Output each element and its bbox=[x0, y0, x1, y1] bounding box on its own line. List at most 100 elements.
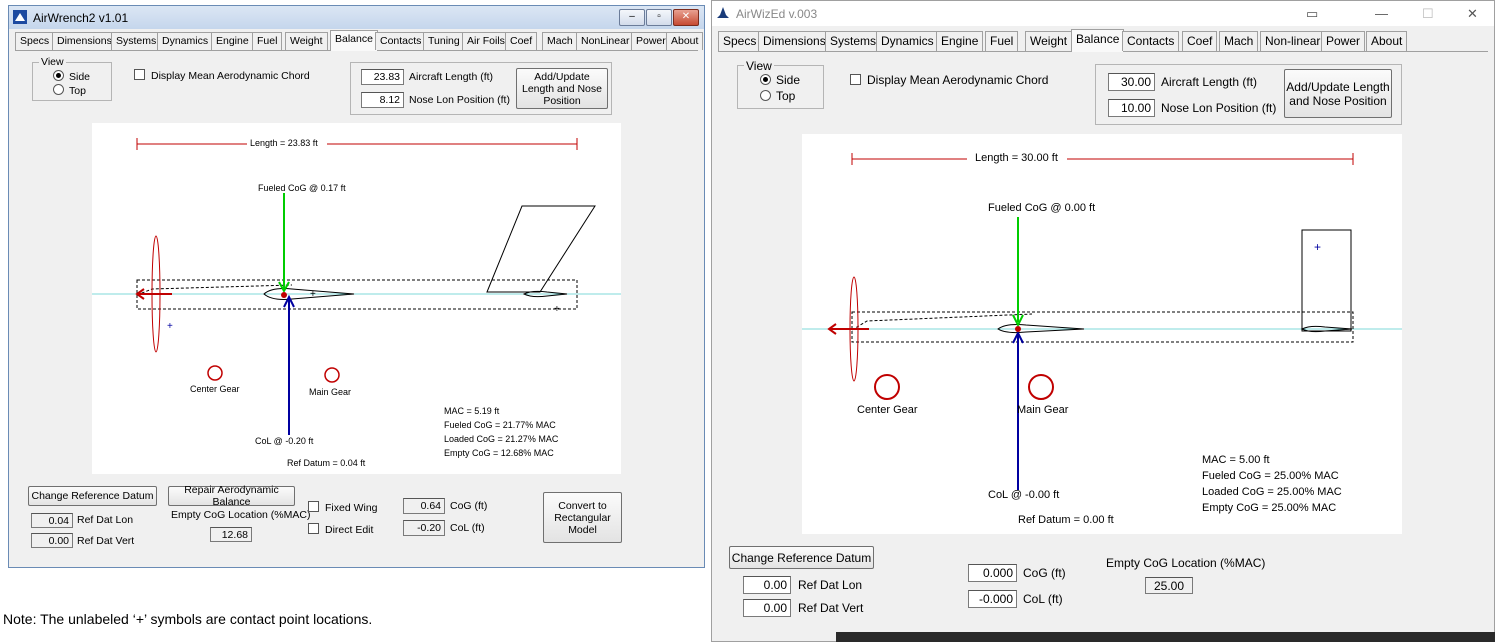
fixed-wing-checkbox[interactable]: Fixed Wing bbox=[308, 501, 378, 514]
ref-datum-label: Ref Datum = 0.04 ft bbox=[287, 458, 366, 468]
add-update-length-button[interactable]: Add/Update Length and Nose Position bbox=[516, 68, 608, 109]
change-reference-datum-button[interactable]: Change Reference Datum bbox=[729, 546, 874, 569]
ref-dat-vert-label: Ref Dat Vert bbox=[77, 535, 135, 547]
tab-nonlinear[interactable]: NonLinear bbox=[576, 32, 635, 50]
aircraft-length-label: Aircraft Length (ft) bbox=[1161, 75, 1258, 89]
tab-mach[interactable]: Mach bbox=[542, 32, 578, 50]
tab-balance[interactable]: Balance bbox=[1071, 29, 1125, 52]
col-field[interactable]: -0.000 bbox=[968, 590, 1017, 608]
window-title: AirWrench2 v1.01 bbox=[33, 11, 129, 25]
tab-about[interactable]: About bbox=[1366, 31, 1408, 51]
snap-icon[interactable]: ▭ bbox=[1306, 6, 1318, 22]
tab-dynamics[interactable]: Dynamics bbox=[876, 31, 939, 51]
display-mac-checkbox[interactable]: Display Mean Aerodynamic Chord bbox=[134, 69, 310, 82]
tab-dimensions[interactable]: Dimensions bbox=[52, 32, 117, 50]
close-button[interactable]: ✕ bbox=[673, 9, 699, 26]
tab-fuel[interactable]: Fuel bbox=[985, 31, 1019, 51]
view-side-radio[interactable]: Side bbox=[53, 70, 90, 83]
tab-air-foils[interactable]: Air Foils bbox=[462, 32, 510, 50]
col-label: CoL @ -0.20 ft bbox=[255, 436, 314, 446]
ref-dat-vert-field[interactable]: 0.00 bbox=[743, 599, 791, 617]
ref-dat-vert-field[interactable]: 0.00 bbox=[31, 533, 73, 548]
col-field-label: CoL (ft) bbox=[1023, 592, 1063, 606]
repair-aerodynamic-balance-button[interactable]: Repair Aerodynamic Balance bbox=[168, 484, 295, 508]
cog-field[interactable]: 0.64 bbox=[403, 498, 445, 514]
tab-contacts[interactable]: Contacts bbox=[1122, 31, 1180, 51]
tab-weight[interactable]: Weight bbox=[1025, 31, 1073, 51]
view-top-label: Top bbox=[69, 85, 86, 97]
maximize-button[interactable]: ▫ bbox=[646, 9, 672, 26]
display-mac-checkbox[interactable]: Display Mean Aerodynamic Chord bbox=[850, 73, 1048, 87]
length-dimension-line bbox=[851, 153, 1354, 165]
tab-dynamics[interactable]: Dynamics bbox=[157, 32, 214, 50]
main-gear-label: Main Gear bbox=[309, 387, 352, 397]
tab-nonlinear[interactable]: Non-linear bbox=[1260, 31, 1326, 51]
close-button[interactable]: ✕ bbox=[1467, 6, 1478, 22]
direct-edit-label: Direct Edit bbox=[325, 524, 374, 536]
checkbox-icon bbox=[134, 69, 145, 80]
title-bar: AirWrench2 v1.01 – ▫ ✕ bbox=[9, 6, 704, 29]
minimize-button[interactable]: — bbox=[1375, 6, 1388, 21]
length-group: 30.00 Aircraft Length (ft) 10.00 Nose Lo… bbox=[1095, 64, 1402, 125]
col-field[interactable]: -0.20 bbox=[403, 520, 445, 536]
add-update-length-button[interactable]: Add/Update Length and Nose Position bbox=[1284, 69, 1392, 118]
aircraft-length-input[interactable]: 23.83 bbox=[361, 69, 404, 85]
convert-rectangular-button[interactable]: Convert to Rectangular Model bbox=[543, 492, 622, 543]
maximize-button[interactable]: ☐ bbox=[1422, 6, 1434, 22]
minimize-button[interactable]: – bbox=[619, 9, 645, 26]
length-label: Length = 30.00 ft bbox=[975, 152, 1058, 164]
tab-balance[interactable]: Balance bbox=[330, 30, 378, 51]
view-top-radio[interactable]: Top bbox=[53, 84, 86, 97]
tab-coef[interactable]: Coef bbox=[505, 32, 538, 50]
view-top-radio[interactable]: Top bbox=[760, 89, 795, 103]
direct-edit-checkbox[interactable]: Direct Edit bbox=[308, 523, 373, 536]
ref-dat-lon-field[interactable]: 0.00 bbox=[743, 576, 791, 594]
tab-power[interactable]: Power bbox=[631, 32, 671, 50]
cog-label: CoG (ft) bbox=[1023, 566, 1066, 580]
balance-canvas: + Length = 30.00 ft Fueled CoG @ 0.00 ft… bbox=[802, 134, 1402, 534]
display-mac-label: Display Mean Aerodynamic Chord bbox=[151, 70, 310, 82]
ref-dat-lon-field[interactable]: 0.04 bbox=[31, 513, 73, 528]
tab-dimensions[interactable]: Dimensions bbox=[758, 31, 831, 51]
fueled-cog-label: Fueled CoG @ 0.00 ft bbox=[988, 202, 1096, 214]
cog-field[interactable]: 0.000 bbox=[968, 564, 1017, 582]
tab-engine[interactable]: Engine bbox=[211, 32, 254, 50]
nose-lon-input[interactable]: 10.00 bbox=[1108, 99, 1155, 117]
airwized-window: AirWizEd v.003 ▭ — ☐ ✕ Specs Dimensions … bbox=[711, 0, 1495, 642]
tab-specs[interactable]: Specs bbox=[718, 31, 762, 51]
tab-engine[interactable]: Engine bbox=[936, 31, 984, 51]
main-gear-circle bbox=[1028, 374, 1054, 400]
mac-label: MAC = 5.00 ft bbox=[1202, 454, 1270, 466]
tab-about[interactable]: About bbox=[666, 32, 704, 50]
tab-fuel[interactable]: Fuel bbox=[252, 32, 283, 50]
view-group: View Side Top bbox=[32, 56, 112, 101]
mac-label: MAC = 5.19 ft bbox=[444, 406, 500, 416]
col-field-label: CoL (ft) bbox=[450, 522, 485, 534]
tab-tuning[interactable]: Tuning bbox=[423, 32, 465, 50]
fuselage-box bbox=[851, 311, 1354, 343]
change-reference-datum-button[interactable]: Change Reference Datum bbox=[28, 486, 157, 506]
tab-systems[interactable]: Systems bbox=[111, 32, 162, 50]
view-side-radio[interactable]: Side bbox=[760, 73, 800, 87]
tab-contacts[interactable]: Contacts bbox=[375, 32, 427, 50]
taskbar-strip bbox=[836, 632, 1495, 642]
tab-specs[interactable]: Specs bbox=[15, 32, 55, 50]
aircraft-length-input[interactable]: 30.00 bbox=[1108, 73, 1155, 91]
airwrench2-window: AirWrench2 v1.01 – ▫ ✕ Specs Dimensions … bbox=[8, 5, 705, 568]
tab-weight[interactable]: Weight bbox=[285, 32, 328, 50]
view-group-title: View bbox=[39, 56, 66, 68]
tab-coef[interactable]: Coef bbox=[1182, 31, 1218, 51]
ref-dat-lon-label: Ref Dat Lon bbox=[798, 578, 863, 592]
nose-lon-input[interactable]: 8.12 bbox=[361, 92, 404, 108]
tab-mach[interactable]: Mach bbox=[1219, 31, 1259, 51]
center-gear-circle bbox=[874, 374, 900, 400]
contact-point-plus-icon: + bbox=[1314, 240, 1321, 254]
view-group-title: View bbox=[744, 59, 774, 73]
loaded-cog-mac-label: Loaded CoG = 25.00% MAC bbox=[1202, 486, 1342, 498]
tab-power[interactable]: Power bbox=[1321, 31, 1366, 51]
nose-lon-label: Nose Lon Position (ft) bbox=[1161, 101, 1277, 115]
nose-lon-label: Nose Lon Position (ft) bbox=[409, 94, 510, 106]
tab-systems[interactable]: Systems bbox=[825, 31, 882, 51]
view-side-label: Side bbox=[69, 71, 91, 83]
fuselage-nose-line bbox=[851, 313, 1033, 331]
